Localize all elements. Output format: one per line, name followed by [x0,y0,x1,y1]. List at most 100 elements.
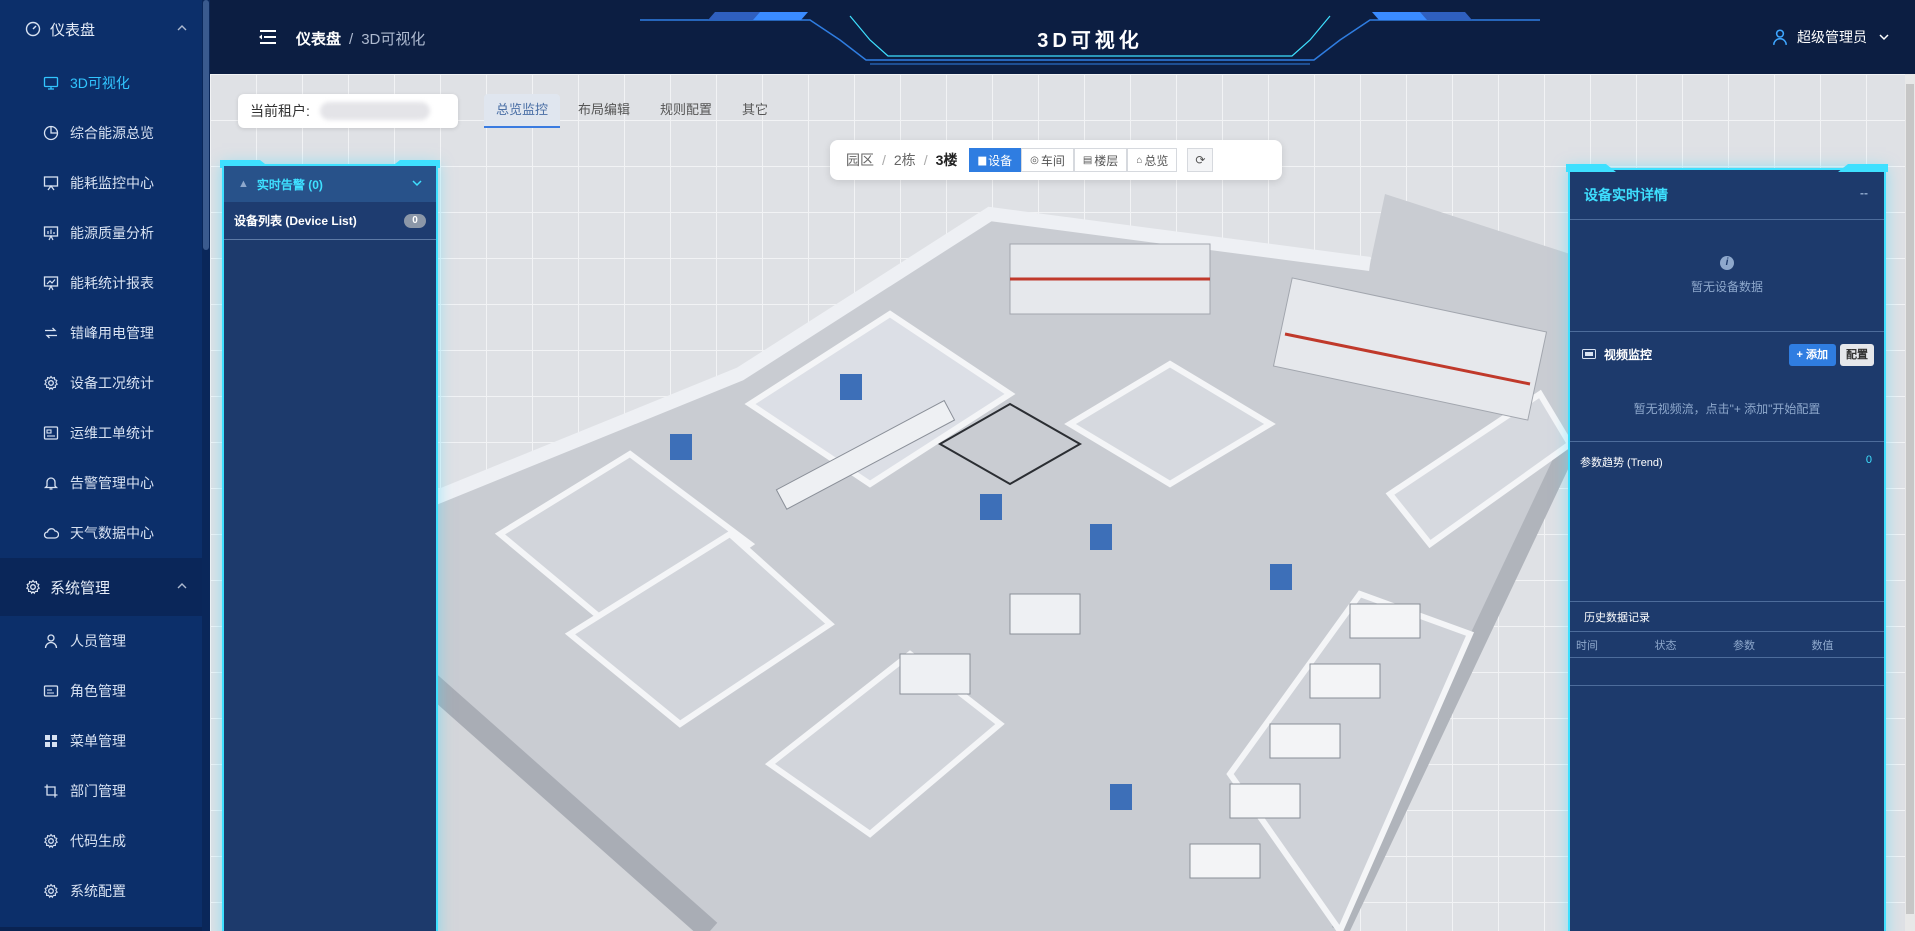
page-title: 3D可视化 [1037,30,1143,52]
sidebar-scrollbar[interactable] [202,0,210,931]
tenant-name-redacted [319,102,430,120]
sidebar-item-menu-management[interactable]: 菜单管理 [0,716,210,766]
sidebar-item-label: 能源质量分析 [70,225,154,241]
sidebar-group-dashboard[interactable]: 仪表盘 [0,0,210,58]
sidebar-item-alarm-center[interactable]: 告警管理中心 [0,458,210,508]
sidebar-item-label: 错峰用电管理 [70,325,154,341]
sidebar-group-system[interactable]: 系统管理 [0,558,210,616]
realtime-alarm-header[interactable]: ▲ 实时告警 (0) [224,166,436,202]
main-scrollbar[interactable] [1905,74,1915,931]
tenant-selector[interactable]: 当前租户: [238,94,458,128]
sidebar-item-energy-overview[interactable]: 综合能源总览 [0,108,210,158]
bar-board-icon [42,224,60,242]
sidebar-item-3d-visualization[interactable]: 3D可视化 [0,58,210,108]
history-col-time: 时间 [1576,639,1598,652]
view-overview-label: 总览 [1144,153,1169,168]
add-video-button[interactable]: + 添加 [1788,344,1836,366]
tab-layout-edit[interactable]: 布局编辑 [566,94,642,128]
view-mode-group: ▆ 设备 ◎ 车间 ▤ 楼层 ⌂ 总览 [969,148,1178,172]
bell-icon [42,474,60,492]
history-col-status: 状态 [1654,639,1677,652]
sidebar-scrollbar-thumb[interactable] [203,0,209,250]
user-name: 超级管理员 [1797,29,1867,45]
sidebar-item-weather-center[interactable]: 天气数据中心 [0,508,210,558]
camera-icon [1582,349,1596,359]
history-col-value: 数值 [1811,639,1834,652]
sidebar-item-label: 能耗监控中心 [70,175,154,191]
gear-icon [24,578,42,596]
location-park[interactable]: 园区 [846,150,874,170]
chevron-up-icon [177,25,187,31]
gear-icon [42,374,60,392]
sidebar-item-statistics-report[interactable]: 能耗统计报表 [0,258,210,308]
view-workshop-button[interactable]: ◎ 车间 [1021,148,1074,172]
sidebar-item-label: 系统配置 [70,883,126,899]
view-floor-label: 楼层 [1094,153,1119,168]
view-overview-button[interactable]: ⌂ 总览 [1127,148,1178,172]
device-icon: ▆ [978,154,987,166]
sidebar-item-code-generation[interactable]: 代码生成 [0,816,210,866]
sidebar-item-work-order[interactable]: 运维工单统计 [0,408,210,458]
cloud-icon [42,524,60,542]
sidebar-item-peak-shifting[interactable]: 错峰用电管理 [0,308,210,358]
main-scrollbar-thumb[interactable] [1906,84,1914,914]
device-list-title: 设备列表 (Device List) [234,214,357,228]
breadcrumb-current: 3D可视化 [361,31,426,48]
top-header: 仪表盘 / 3D可视化 3D可视化 超级管理员 [210,0,1915,74]
location-separator: / [923,152,928,168]
user-icon [42,632,60,650]
right-panel: 设备实时详情 -- i 暂无设备数据 视频监控 + 添加 配置 暂无视频流，点击… [1566,164,1888,931]
warning-icon: ▲ [238,178,249,190]
sidebar-item-label: 运维工单统计 [70,425,154,441]
presentation-board-icon [42,174,60,192]
id-card-icon [42,682,60,700]
sidebar-group-label: 系统管理 [50,579,111,597]
menu-toggle-icon[interactable] [258,28,278,46]
device-detail-header: 设备实时详情 -- [1570,170,1884,220]
view-floor-button[interactable]: ▤ 楼层 [1073,148,1128,172]
param-trend-title: 参数趋势 (Trend) [1580,457,1663,469]
location-building[interactable]: 2栋 [894,150,916,170]
tab-rule-config[interactable]: 规则配置 [648,94,724,128]
pie-chart-icon [42,124,60,142]
sidebar-item-label: 综合能源总览 [70,125,154,141]
user-icon [1773,29,1787,45]
user-menu[interactable]: 超级管理员 [1771,27,1889,47]
sidebar-item-energy-monitor[interactable]: 能耗监控中心 [0,158,210,208]
refresh-icon: ⟳ [1195,153,1206,167]
sidebar-item-equipment-status[interactable]: 设备工况统计 [0,358,210,408]
sidebar-item-user-management[interactable]: 人员管理 [0,616,210,666]
device-list-header[interactable]: 设备列表 (Device List) 0 [224,202,436,240]
main-tabs: 总览监控 布局编辑 规则配置 其它 [484,94,786,128]
view-device-button[interactable]: ▆ 设备 [969,148,1022,172]
breadcrumb-root[interactable]: 仪表盘 [296,31,341,48]
grid-icon [42,732,60,750]
sidebar-item-label: 3D可视化 [70,75,130,91]
history-table-empty-row [1570,658,1884,686]
crop-icon [42,782,60,800]
sidebar-item-label: 能耗统计报表 [70,275,154,291]
home-icon: ⌂ [1136,154,1143,166]
view-device-label: 设备 [988,153,1013,168]
main-content: 当前租户: 总览监控 布局编辑 规则配置 其它 园区 / 2栋 / 3楼 ▆ 设备… [210,74,1905,931]
refresh-button[interactable]: ⟳ [1187,148,1214,172]
history-records-title: 历史数据记录 [1570,602,1884,632]
location-toolbar: 园区 / 2栋 / 3楼 ▆ 设备 ◎ 车间 ▤ 楼层 ⌂ 总览 ⟳ [830,140,1282,180]
chevron-down-icon [412,180,422,187]
history-col-param: 参数 [1733,639,1755,652]
config-video-button[interactable]: 配置 [1840,344,1874,366]
sidebar-item-department-management[interactable]: 部门管理 [0,766,210,816]
video-monitor-header: 视频监控 + 添加 配置 [1570,332,1884,376]
tab-other[interactable]: 其它 [730,94,780,128]
sidebar-item-system-config[interactable]: 系统配置 [0,866,210,916]
sidebar-item-label: 角色管理 [70,683,126,699]
image-icon [42,424,60,442]
breadcrumb: 仪表盘 / 3D可视化 [296,28,425,49]
realtime-alarm-title: 实时告警 (0) [256,177,323,192]
chevron-down-icon [1879,34,1889,41]
sidebar-item-quality-analysis[interactable]: 能源质量分析 [0,208,210,258]
chevron-up-icon [177,583,187,589]
video-empty-state: 暂无视频流，点击"+ 添加"开始配置 [1570,376,1884,442]
sidebar-item-role-management[interactable]: 角色管理 [0,666,210,716]
tab-overview-monitor[interactable]: 总览监控 [484,94,561,128]
